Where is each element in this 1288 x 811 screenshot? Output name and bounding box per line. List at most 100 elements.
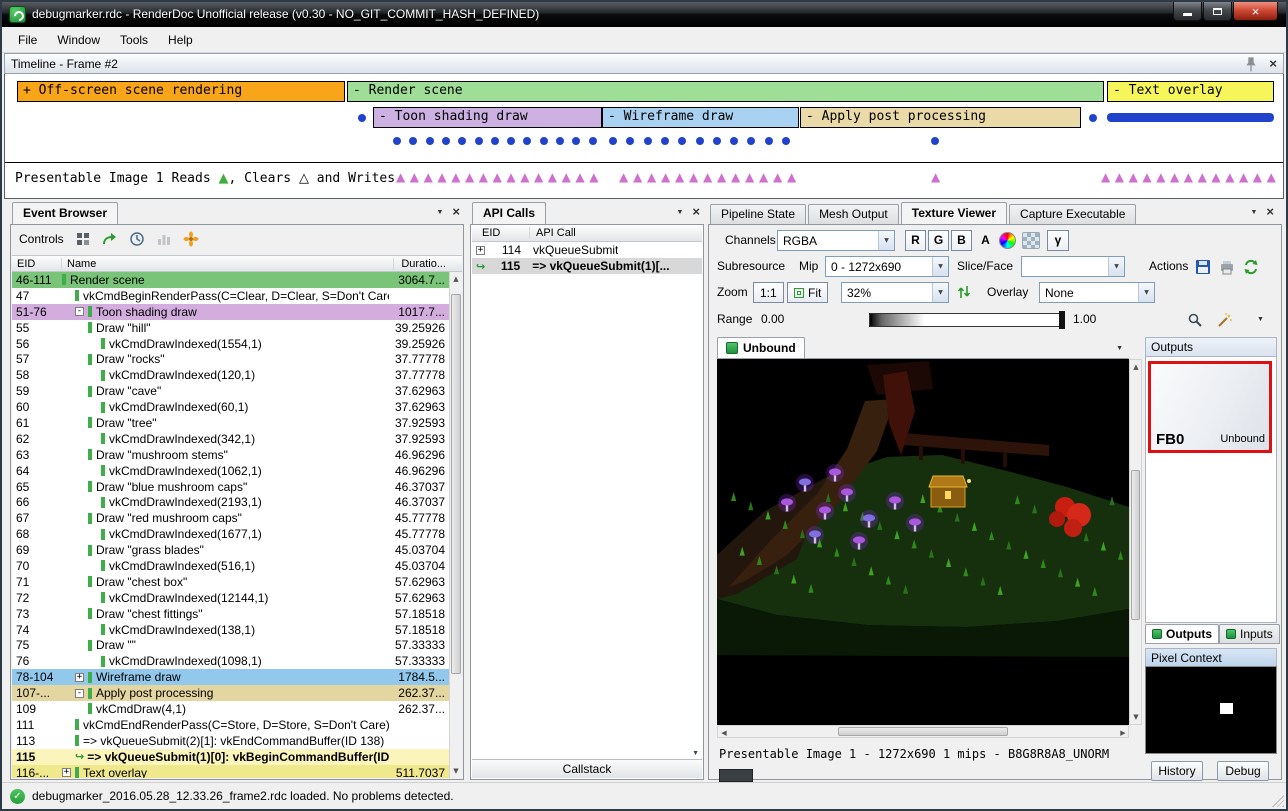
tab-texture-viewer[interactable]: Texture Viewer	[901, 202, 1007, 224]
panel-close-icon[interactable]: ×	[452, 207, 460, 217]
event-row[interactable]: 59Draw "cave"37.62963	[12, 383, 449, 399]
timeline-event-dot[interactable]	[458, 137, 466, 145]
color-wheel-icon[interactable]	[999, 232, 1016, 249]
event-row[interactable]: 68vkCmdDrawIndexed(1677,1)45.77778	[12, 526, 449, 542]
event-row[interactable]: 61Draw "tree"37.92593	[12, 415, 449, 431]
column-header-duration[interactable]: Duratio...	[393, 258, 462, 270]
timeline-event-dot[interactable]	[696, 137, 704, 145]
range-min-value[interactable]: 0.00	[761, 309, 784, 330]
tab-event-browser[interactable]: Event Browser	[12, 202, 118, 224]
timeline-event-dot[interactable]	[491, 137, 499, 145]
panel-menu-icon[interactable]: ▼	[436, 209, 443, 216]
event-row[interactable]: 116-...+Text overlay511.7037	[12, 765, 449, 778]
channel-alpha-button[interactable]: A	[975, 230, 996, 251]
jump-arrow-icon[interactable]	[102, 231, 118, 247]
checkerboard-background-icon[interactable]	[1022, 232, 1040, 249]
column-header-api-call[interactable]: API Call	[530, 227, 576, 239]
event-row[interactable]: 67Draw "red mushroom caps"45.77778	[12, 510, 449, 526]
tab-inputs[interactable]: Inputs	[1219, 624, 1280, 644]
tab-mesh-output[interactable]: Mesh Output	[808, 204, 899, 224]
texture-tab-unbound[interactable]: Unbound	[717, 337, 805, 358]
save-icon[interactable]	[1195, 259, 1211, 275]
timeline-event-dot[interactable]	[475, 137, 483, 145]
timeline-event-dot[interactable]	[426, 137, 434, 145]
timeline-section-bar[interactable]: + Off-screen scene rendering	[17, 81, 345, 102]
scroll-right-icon[interactable]: ▶	[1117, 726, 1129, 740]
fit-button[interactable]: Fit	[787, 282, 828, 303]
event-row[interactable]: 60vkCmdDrawIndexed(60,1)37.62963	[12, 399, 449, 415]
scroll-down-icon[interactable]: ▼	[450, 764, 462, 778]
event-row[interactable]: 65Draw "blue mushroom caps"46.37037	[12, 479, 449, 495]
timeline-event-dot[interactable]	[556, 137, 564, 145]
tab-list-chevron-icon[interactable]: ▼	[1116, 345, 1123, 352]
timeline-event-dot[interactable]	[644, 137, 652, 145]
magnifier-icon[interactable]	[1187, 312, 1203, 328]
range-slider[interactable]	[869, 313, 1065, 327]
resize-grip[interactable]	[1272, 795, 1284, 807]
timeline-close-icon[interactable]: ×	[1269, 59, 1277, 69]
timeline-event-dot[interactable]	[931, 137, 939, 145]
event-row[interactable]: 115↪=> vkQueueSubmit(1)[0]: vkBeginComma…	[12, 749, 449, 765]
event-row[interactable]: 107-...-Apply post processing262.37...	[12, 685, 449, 701]
timeline-event-dot[interactable]	[507, 137, 515, 145]
gamma-button[interactable]: γ	[1047, 230, 1069, 251]
timeline-event-dot[interactable]	[540, 137, 548, 145]
event-row[interactable]: 62vkCmdDrawIndexed(342,1)37.92593	[12, 431, 449, 447]
event-row[interactable]: 74vkCmdDrawIndexed(138,1)57.18518	[12, 622, 449, 638]
scrollbar-thumb[interactable]	[1131, 470, 1140, 620]
timeline-event-dot[interactable]	[572, 137, 580, 145]
scrollbar-thumb[interactable]	[838, 727, 1008, 736]
timeline-section-bar[interactable]: - Wireframe draw	[602, 107, 799, 128]
range-max-value[interactable]: 1.00	[1073, 309, 1096, 330]
event-row[interactable]: 70vkCmdDrawIndexed(516,1)45.03704	[12, 558, 449, 574]
timeline-event-dot[interactable]	[747, 137, 755, 145]
debug-button[interactable]: Debug	[1217, 761, 1269, 781]
slice-face-select[interactable]: ▼	[1021, 256, 1125, 277]
grid-icon[interactable]	[75, 231, 91, 247]
tree-expander[interactable]: +	[476, 246, 485, 255]
event-browser-scrollbar[interactable]: ▲ ▼	[449, 272, 462, 778]
timeline-overlay-line[interactable]	[1107, 113, 1274, 122]
tree-expander[interactable]: +	[75, 673, 84, 682]
texture-display[interactable]	[717, 359, 1129, 725]
panel-close-icon[interactable]: ×	[1266, 207, 1274, 217]
timeline-event-dot[interactable]	[678, 137, 686, 145]
tab-capture-executable[interactable]: Capture Executable	[1009, 204, 1136, 224]
clock-icon[interactable]	[129, 231, 145, 247]
column-header-name[interactable]: Name	[62, 258, 393, 270]
stats-icon[interactable]	[156, 231, 172, 247]
pin-icon[interactable]	[1243, 56, 1259, 72]
channels-select[interactable]: RGBA▼	[777, 230, 895, 251]
event-row[interactable]: 111vkCmdEndRenderPass(C=Store, D=Store, …	[12, 717, 449, 733]
panel-menu-icon[interactable]: ▼	[1250, 209, 1257, 216]
event-row[interactable]: 109vkCmdDraw(4,1)262.37...	[12, 701, 449, 717]
event-row[interactable]: 46-111Render scene3064.7...	[12, 272, 449, 288]
timeline-event-dot[interactable]	[358, 114, 366, 122]
texture-horizontal-scrollbar[interactable]: ◀ ▶	[717, 725, 1129, 738]
texture-vertical-scrollbar[interactable]: ▲ ▼	[1129, 359, 1142, 725]
tab-api-calls[interactable]: API Calls	[472, 202, 546, 224]
menu-item-tools[interactable]: Tools	[110, 29, 158, 51]
event-row[interactable]: 56vkCmdDrawIndexed(1554,1)39.25926	[12, 336, 449, 352]
menu-item-file[interactable]: File	[8, 29, 47, 51]
refresh-icon[interactable]	[1243, 259, 1259, 275]
tree-expander[interactable]: +	[62, 768, 71, 777]
scroll-left-icon[interactable]: ◀	[718, 726, 730, 740]
mip-select[interactable]: 0 - 1272x690▼	[825, 256, 949, 277]
timeline-event-dot[interactable]	[782, 137, 790, 145]
timeline-section-bar[interactable]: - Text overlay	[1107, 81, 1274, 102]
timeline-event-dot[interactable]	[589, 137, 597, 145]
tab-pipeline-state[interactable]: Pipeline State	[710, 204, 806, 224]
event-row[interactable]: 64vkCmdDrawIndexed(1062,1)46.96296	[12, 463, 449, 479]
timeline-event-dot[interactable]	[713, 137, 721, 145]
tree-expander[interactable]: -	[75, 689, 84, 698]
event-row[interactable]: 113=> vkQueueSubmit(2)[1]: vkEndCommandB…	[12, 733, 449, 749]
event-row[interactable]: 69Draw "grass blades"45.03704	[12, 542, 449, 558]
dock-chevron-icon[interactable]: ▼	[692, 750, 699, 757]
event-row[interactable]: 76vkCmdDrawIndexed(1098,1)57.33333	[12, 653, 449, 669]
export-icon[interactable]	[1219, 259, 1235, 275]
column-header-eid[interactable]: EID	[12, 258, 62, 270]
zoom-1-1-button[interactable]: 1:1	[753, 282, 784, 303]
tab-outputs[interactable]: Outputs	[1145, 624, 1219, 644]
timeline-section-bar[interactable]: - Apply post processing	[800, 107, 1081, 128]
